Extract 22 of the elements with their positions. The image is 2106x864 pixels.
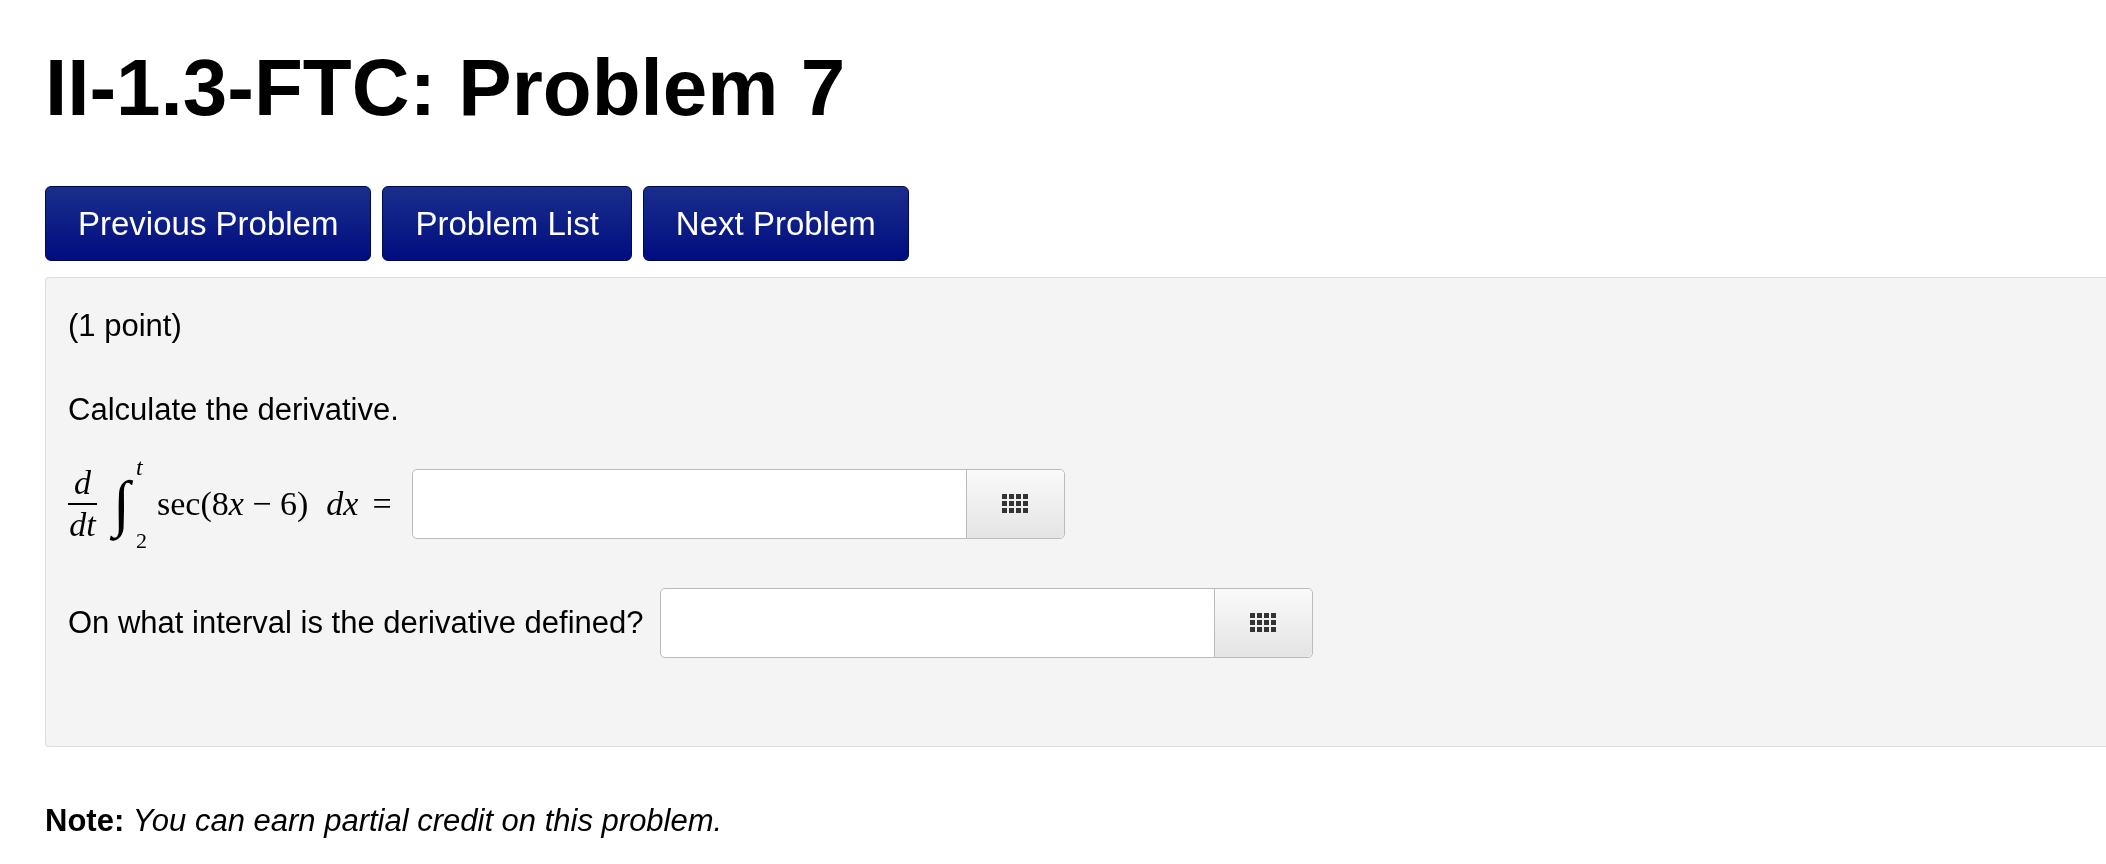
points-text: (1 point) [68,308,183,344]
fraction-denominator: dt [69,505,96,545]
equals-sign: = [372,485,392,523]
note-text: Note: You can earn partial credit on this problem. [45,803,724,839]
fraction-numerator: d [68,463,97,505]
integral-sign: ∫ [107,459,136,549]
differential: dx [326,485,359,523]
nav-button[interactable]: Problem List [382,186,632,261]
question-label: On what interval is the derivative defined? [68,605,644,641]
keypad-button[interactable] [965,470,1064,538]
integrand: sec(8x − 6) [157,485,309,523]
keypad-icon [1250,613,1277,633]
nav-button[interactable]: Next Problem [642,186,909,261]
upper-limit: t [136,454,144,481]
page-title: II-1.3-FTC: Problem 7 [45,42,847,134]
keypad-button[interactable] [1213,589,1312,657]
answer-field[interactable] [411,469,1065,539]
keypad-icon [1002,494,1029,514]
lower-limit: 2 [136,528,147,554]
nav-button[interactable]: Previous Problem [45,186,372,261]
instruction-text: Calculate the derivative. [68,392,400,428]
answer-field[interactable] [659,588,1313,658]
